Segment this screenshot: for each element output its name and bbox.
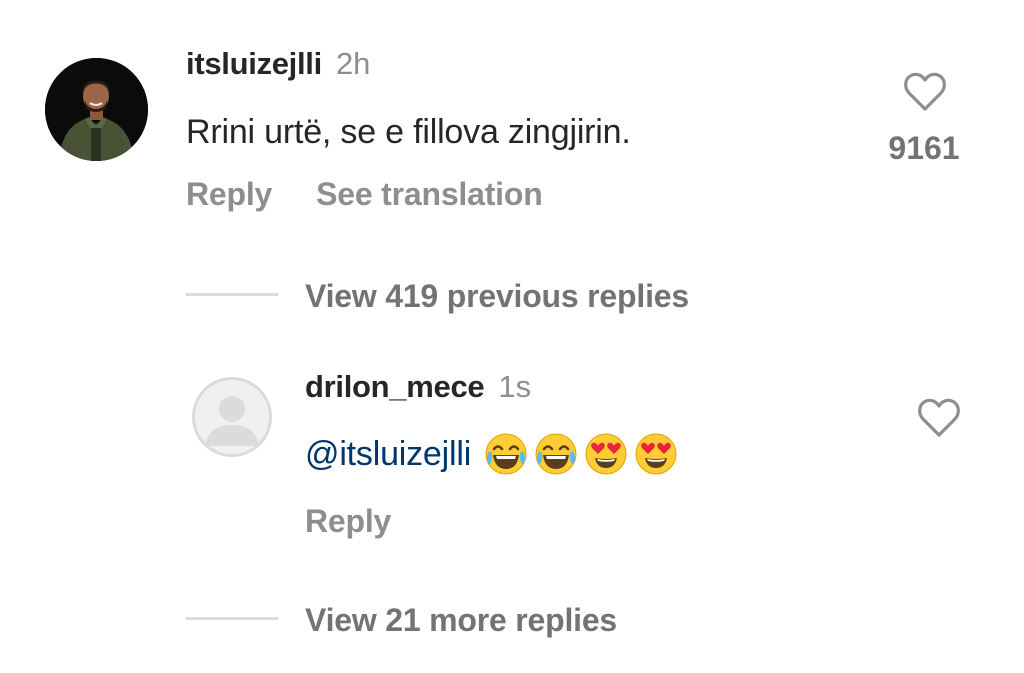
- mention-link[interactable]: @itsluizejlli: [305, 432, 471, 476]
- reply-actions: Reply: [305, 501, 391, 548]
- default-avatar-icon: [205, 396, 259, 446]
- face-with-tears-of-joy-icon: [485, 433, 527, 475]
- comment-timestamp: 2h: [335, 46, 371, 81]
- reply-header: drilon_mece 1s: [305, 367, 531, 413]
- comment-like-button[interactable]: [903, 71, 947, 113]
- see-translation-button[interactable]: See translation: [316, 176, 543, 212]
- heart-icon: [918, 398, 960, 437]
- heart-icon: [904, 72, 946, 111]
- smiling-face-with-heart-eyes-icon: [585, 433, 627, 475]
- face-with-tears-of-joy-icon: [535, 433, 577, 475]
- thread-divider: [186, 617, 278, 620]
- comment-text: Rrini urtë, se e fillova zingjirin.: [186, 113, 631, 151]
- comment-actions: Reply See translation: [186, 174, 543, 221]
- reply-like-button[interactable]: [917, 397, 961, 439]
- reply-button[interactable]: Reply: [186, 176, 272, 212]
- comment-username[interactable]: itsluizejlli: [186, 46, 322, 81]
- view-previous-replies-button[interactable]: View 419 previous replies: [305, 276, 689, 316]
- reply-avatar[interactable]: [192, 377, 272, 457]
- reply-button[interactable]: Reply: [305, 503, 391, 539]
- view-more-replies-button[interactable]: View 21 more replies: [305, 600, 617, 640]
- smiling-face-with-heart-eyes-icon: [635, 433, 677, 475]
- comment-header: itsluizejlli 2h: [186, 44, 370, 90]
- reply-username[interactable]: drilon_mece: [305, 369, 485, 404]
- reply-text: @itsluizejlli: [305, 431, 679, 477]
- like-count: 9161: [888, 130, 960, 166]
- thread-divider: [186, 293, 278, 296]
- profile-photo-icon: [45, 58, 148, 161]
- commenter-avatar[interactable]: [45, 58, 148, 161]
- reply-timestamp: 1s: [498, 369, 532, 404]
